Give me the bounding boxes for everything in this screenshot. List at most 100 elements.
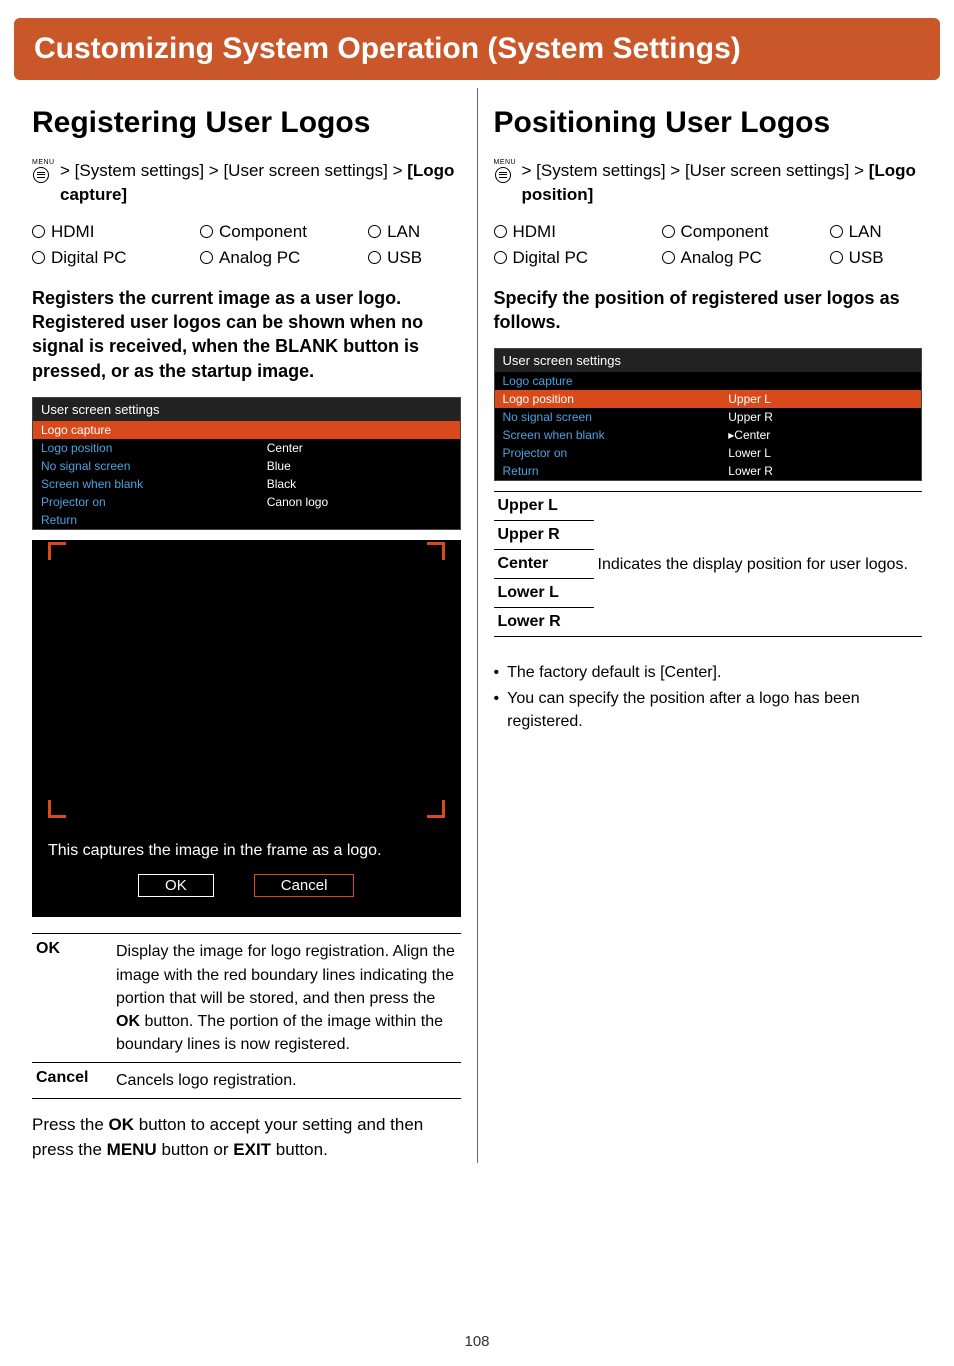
menu-row-label: No signal screen — [503, 410, 729, 424]
def-key: Cancel — [32, 1063, 112, 1099]
bullet-icon: • — [494, 661, 500, 684]
menu-row: Screen when blankBlack — [33, 475, 460, 493]
closing-exit: EXIT — [233, 1140, 271, 1159]
bullet-icon: • — [494, 687, 500, 733]
menu-row: Projector onLower L — [495, 444, 922, 462]
menu-row-value — [267, 423, 452, 437]
menu-row-label: Projector on — [503, 446, 729, 460]
menu-row-value: Lower L — [728, 446, 913, 460]
closing-menu: MENU — [107, 1140, 157, 1159]
def-key: OK — [32, 934, 112, 1063]
feature-summary: Registers the current image as a user lo… — [32, 286, 461, 383]
input-source: LAN — [368, 222, 460, 242]
pos-upper-l: Upper L — [494, 492, 594, 521]
input-label: Component — [681, 222, 769, 242]
frame-corner-br — [427, 800, 445, 818]
radio-icon — [32, 251, 45, 264]
pos-center: Center — [494, 550, 594, 579]
pos-lower-l: Lower L — [494, 579, 594, 608]
menu-rows: Logo capture Logo positionUpper L No signa… — [495, 372, 922, 480]
menu-row-label: Return — [503, 464, 729, 478]
feature-summary: Specify the position of registered user … — [494, 286, 923, 335]
input-label: Analog PC — [681, 248, 762, 268]
input-label: LAN — [387, 222, 420, 242]
input-source: HDMI — [494, 222, 662, 242]
radio-icon — [32, 225, 45, 238]
radio-icon — [200, 225, 213, 238]
menu-icon: MENU — [32, 161, 52, 181]
def-desc: Display the image for logo registration.… — [112, 934, 461, 1063]
input-source: Component — [662, 222, 830, 242]
input-source: Digital PC — [494, 248, 662, 268]
radio-icon — [830, 225, 843, 238]
radio-icon — [368, 225, 381, 238]
menu-path-prefix: > [System settings] > [User screen setti… — [60, 161, 407, 180]
input-sources-grid: HDMI Component LAN Digital PC Analog PC USB — [494, 222, 923, 268]
menu-rows: Logo captureLogo positionCenterNo signal… — [33, 421, 460, 529]
menu-row: Logo capture — [495, 372, 922, 390]
capture-caption: This captures the image in the frame as … — [32, 820, 461, 868]
input-label: USB — [849, 248, 884, 268]
menu-path-row: MENU > [System settings] > [User screen … — [32, 159, 461, 208]
closing-ok: OK — [109, 1115, 135, 1134]
menu-path-text: > [System settings] > [User screen setti… — [60, 159, 461, 208]
capture-buttons: OK Cancel — [32, 868, 461, 917]
menu-row-value: Lower R — [728, 464, 913, 478]
user-screen-settings-menu: User screen settings Logo capture Logo po… — [32, 397, 461, 530]
menu-row-value: Canon logo — [267, 495, 452, 509]
menu-row-value: Blue — [267, 459, 452, 473]
main-columns: Registering User Logos MENU > [System se… — [0, 88, 954, 1163]
closing-post2: button. — [271, 1140, 328, 1159]
menu-row-value: Upper L — [728, 392, 913, 406]
capture-frame — [46, 540, 447, 820]
menu-row: Projector onCanon logo — [33, 493, 460, 511]
input-label: HDMI — [51, 222, 94, 242]
menu-row-value: Center — [267, 441, 452, 455]
input-source: Component — [200, 222, 368, 242]
menu-title: User screen settings — [33, 398, 460, 421]
radio-icon — [494, 225, 507, 238]
footnote-text: You can specify the position after a log… — [507, 687, 922, 733]
logo-capture-preview: This captures the image in the frame as … — [32, 540, 461, 917]
menu-row-label: Logo capture — [503, 374, 729, 388]
menu-row-value: ▸Center — [728, 428, 913, 442]
radio-icon — [830, 251, 843, 264]
input-source: HDMI — [32, 222, 200, 242]
menu-path-prefix: > [System settings] > [User screen setti… — [522, 161, 869, 180]
input-source: Analog PC — [662, 248, 830, 268]
menu-row-value: Upper R — [728, 410, 913, 424]
menu-row-label: Logo position — [41, 441, 267, 455]
menu-row-label: Logo capture — [41, 423, 267, 437]
menu-row: Logo positionCenter — [33, 439, 460, 457]
page-number: 108 — [0, 1333, 954, 1350]
input-sources-grid: HDMIComponentLANDigital PCAnalog PCUSB — [32, 222, 461, 268]
menu-row-label: No signal screen — [41, 459, 267, 473]
footnote-text: The factory default is [Center]. — [507, 661, 721, 684]
menu-row: Logo positionUpper L — [495, 390, 922, 408]
closing-pre: Press the — [32, 1115, 109, 1134]
menu-row-value — [267, 513, 452, 527]
footnote: • The factory default is [Center]. — [494, 661, 923, 684]
input-label: Component — [219, 222, 307, 242]
def-desc: Cancels logo registration. — [112, 1063, 461, 1099]
cancel-button[interactable]: Cancel — [254, 874, 355, 897]
ok-button[interactable]: OK — [138, 874, 214, 897]
input-source: USB — [368, 248, 460, 268]
footnote: •You can specify the position after a lo… — [494, 687, 923, 733]
input-label: Digital PC — [51, 248, 127, 268]
menu-row-label: Screen when blank — [503, 428, 729, 442]
input-label: LAN — [849, 222, 882, 242]
frame-corner-tl — [48, 542, 66, 560]
position-table: Upper L Indicates the display position f… — [494, 491, 923, 637]
closing-text: Press the OK button to accept your setti… — [32, 1113, 461, 1162]
radio-icon — [662, 251, 675, 264]
menu-path-row: MENU > [System settings] > [User screen … — [494, 159, 923, 208]
menu-icon: MENU — [494, 161, 514, 181]
menu-row: Logo capture — [33, 421, 460, 439]
input-label: HDMI — [513, 222, 556, 242]
menu-row: ReturnLower R — [495, 462, 922, 480]
user-screen-settings-menu: User screen settings Logo captureLogo po… — [494, 348, 923, 481]
closing-post: button or — [157, 1140, 234, 1159]
input-source: Digital PC — [32, 248, 200, 268]
pos-lower-r: Lower R — [494, 608, 594, 637]
